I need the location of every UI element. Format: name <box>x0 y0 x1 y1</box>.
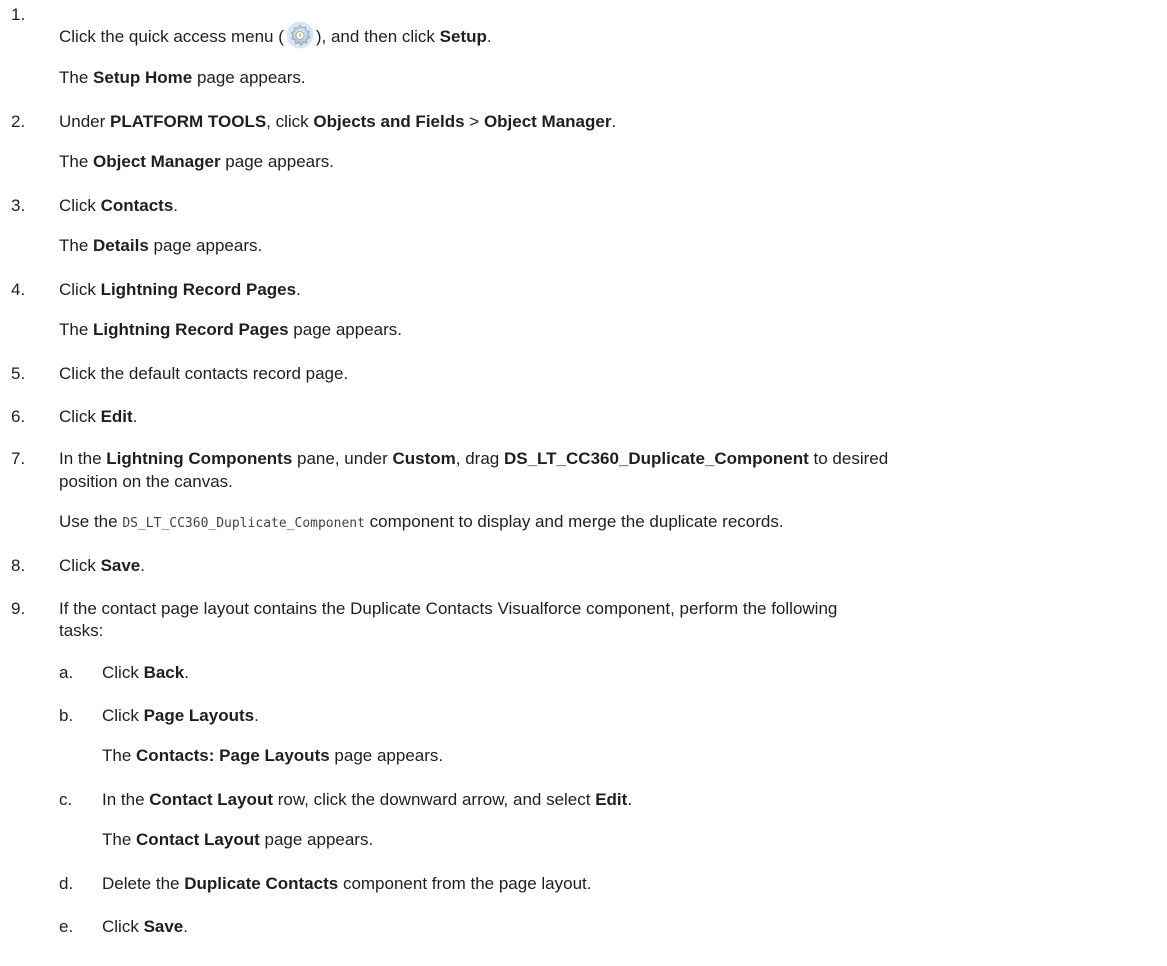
step-number: 5. <box>11 364 26 383</box>
step-text: If the contact page layout contains the … <box>59 599 838 618</box>
substep-letter: b. <box>59 706 74 725</box>
step-result: The Object Manager page appears. <box>59 152 334 171</box>
substep-text: In the Contact Layout row, click the dow… <box>102 790 633 809</box>
step-number: 9. <box>11 599 26 618</box>
step-text: Click Contacts. <box>59 196 179 215</box>
substep-text: Click Back. <box>102 663 189 682</box>
step-number: 8. <box>11 556 26 575</box>
substep-text: Click Save. <box>102 917 188 936</box>
substep-letter: c. <box>59 790 73 809</box>
step-result: The Details page appears. <box>59 236 263 255</box>
step-number: 6. <box>11 407 26 426</box>
step-number: 1. <box>11 5 26 24</box>
step-text-continued: tasks: <box>59 621 104 640</box>
substep-result: The Contacts: Page Layouts page appears. <box>102 746 444 765</box>
step-number: 2. <box>11 112 26 131</box>
step-number: 7. <box>11 449 26 468</box>
step-text: In the Lightning Components pane, under … <box>59 449 889 468</box>
step-text: Click Edit. <box>59 407 138 426</box>
step-text-continued: position on the canvas. <box>59 472 233 491</box>
procedure-document: { "icon_names": { "quick_access": "gear-… <box>0 0 1167 966</box>
step-text: Under PLATFORM TOOLS, click Objects and … <box>59 112 617 131</box>
substep-letter: e. <box>59 917 74 936</box>
gear-icon <box>285 20 315 50</box>
substep-letter: d. <box>59 874 74 893</box>
step-text: Click Save. <box>59 556 145 575</box>
step-result: The Lightning Record Pages page appears. <box>59 320 402 339</box>
substep-result: The Contact Layout page appears. <box>102 830 374 849</box>
substep-text: Click Page Layouts. <box>102 706 259 725</box>
step-result: The Setup Home page appears. <box>59 68 306 87</box>
step-number: 4. <box>11 280 26 299</box>
step-text: Click Lightning Record Pages. <box>59 280 301 299</box>
step-number: 3. <box>11 196 26 215</box>
substep-text: Delete the Duplicate Contacts component … <box>102 874 592 893</box>
step-result: Use the DS_LT_CC360_Duplicate_Component … <box>59 512 784 531</box>
step-text: Click the default contacts record page. <box>59 364 349 383</box>
step-text: Click the quick access menu ( ), and the… <box>59 21 492 50</box>
substep-letter: a. <box>59 663 74 682</box>
